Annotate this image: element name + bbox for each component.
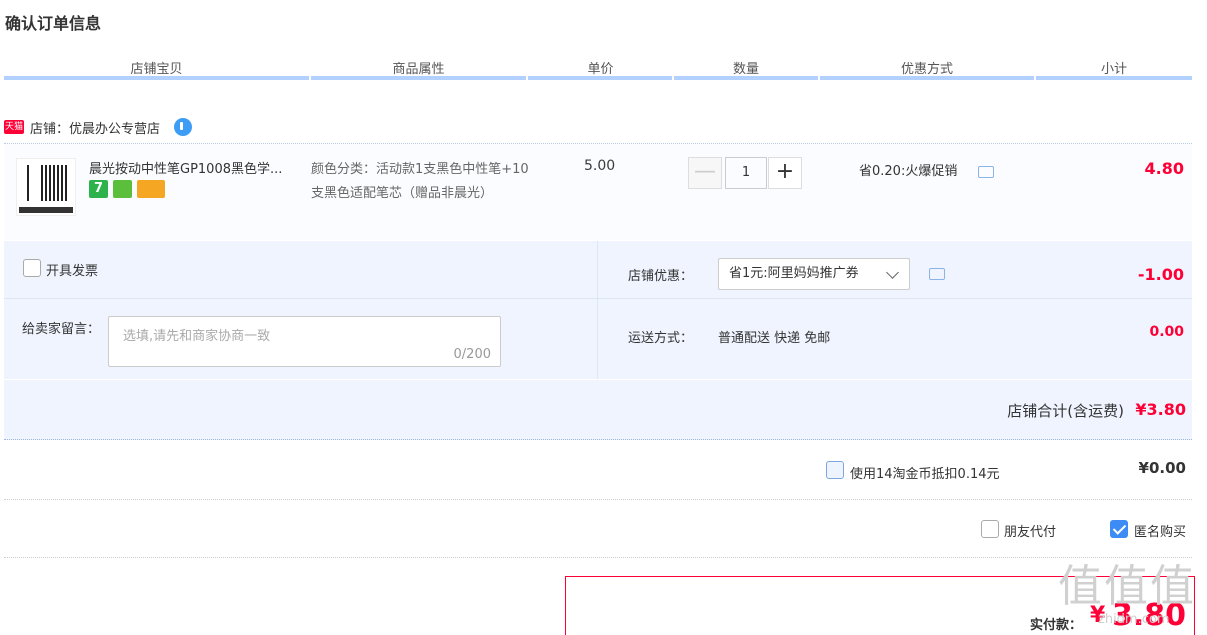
discount-info-icon[interactable]	[929, 268, 945, 280]
shipping-value: 普通配送 快递 免邮	[718, 331, 831, 346]
chevron-down-icon	[886, 266, 899, 279]
credit-card-icon	[137, 180, 165, 198]
col-header-shop-item: 店铺宝贝	[130, 62, 183, 77]
shipping-label: 运送方式：	[628, 331, 694, 346]
message-placeholder: 选填,请先和商家协商一致	[123, 329, 271, 344]
wangwang-chat-icon[interactable]	[174, 118, 193, 136]
message-char-count: 0/200	[453, 347, 491, 362]
friend-pay-label: 朋友代付	[1004, 525, 1057, 540]
shop-discount-select[interactable]: 省1元:阿里妈妈推广券	[718, 258, 910, 290]
shipping-amount: 0.00	[1149, 324, 1184, 340]
item-thumbnail[interactable]	[16, 158, 76, 216]
friend-pay-checkbox[interactable]	[981, 520, 999, 538]
quantity-increase-button[interactable]: +	[768, 157, 802, 189]
message-textarea[interactable]: 选填,请先和商家协商一致 0/200	[108, 316, 501, 367]
options-row-divider-right	[598, 298, 1192, 299]
page-title: 确认订单信息	[5, 14, 102, 33]
shop-row: 天猫 店铺：优晨办公专营店	[4, 116, 193, 138]
shop-discount-value: 省1元:阿里妈妈推广券	[729, 266, 859, 281]
purchase-options-divider	[4, 557, 1192, 558]
guarantee-icon	[113, 180, 132, 198]
shop-discount-label: 店铺优惠：	[628, 269, 694, 284]
options-divider	[597, 241, 598, 379]
unit-price: 5.00	[584, 158, 616, 174]
taojinbi-label: 使用14淘金币抵扣0.14元	[850, 467, 1000, 482]
promotion-info-icon[interactable]	[978, 166, 994, 178]
coins-divider	[4, 499, 1192, 500]
taojinbi-checkbox[interactable]	[826, 461, 844, 479]
anonymous-purchase-label: 匿名购买	[1134, 525, 1187, 540]
col-header-attributes: 商品属性	[392, 62, 445, 77]
actual-pay-label: 实付款：	[1030, 618, 1083, 633]
invoice-label: 开具发票	[46, 264, 99, 279]
header-underline	[0, 76, 1207, 80]
tmall-icon: 天猫	[4, 120, 24, 134]
options-row-divider-left	[4, 298, 597, 299]
col-header-subtotal: 小计	[1100, 62, 1127, 77]
col-header-discount: 优惠方式	[900, 62, 953, 77]
taojinbi-value: ¥0.00	[1138, 459, 1186, 477]
item-attributes: 颜色分类：活动款1支黑色中性笔+10支黑色适配笔芯（赠品非晨光）	[311, 162, 529, 201]
invoice-checkbox[interactable]	[23, 259, 41, 277]
anonymous-purchase-checkbox[interactable]	[1110, 520, 1128, 538]
watermark-site: zhidm.com	[1098, 612, 1170, 627]
watermark-logo: 值值值	[1058, 561, 1196, 612]
seven-day-return-icon: 7	[89, 180, 108, 198]
shop-total-label: 店铺合计(含运费)	[1007, 402, 1124, 420]
shop-total-value: ¥3.80	[1135, 400, 1186, 419]
shop-name[interactable]: 店铺：优晨办公专营店	[30, 118, 160, 137]
col-header-unit-price: 单价	[587, 62, 614, 77]
message-label: 给卖家留言：	[22, 322, 101, 337]
quantity-decrease-button[interactable]: —	[688, 157, 722, 189]
item-promotion: 省0.20:火爆促销	[859, 164, 958, 179]
quantity-input[interactable]: 1	[725, 157, 767, 189]
col-header-quantity: 数量	[732, 62, 759, 77]
shop-discount-amount: -1.00	[1137, 265, 1184, 284]
item-subtotal: 4.80	[1144, 159, 1184, 178]
item-title[interactable]: 晨光按动中性笔GP1008黑色学...	[89, 158, 304, 177]
